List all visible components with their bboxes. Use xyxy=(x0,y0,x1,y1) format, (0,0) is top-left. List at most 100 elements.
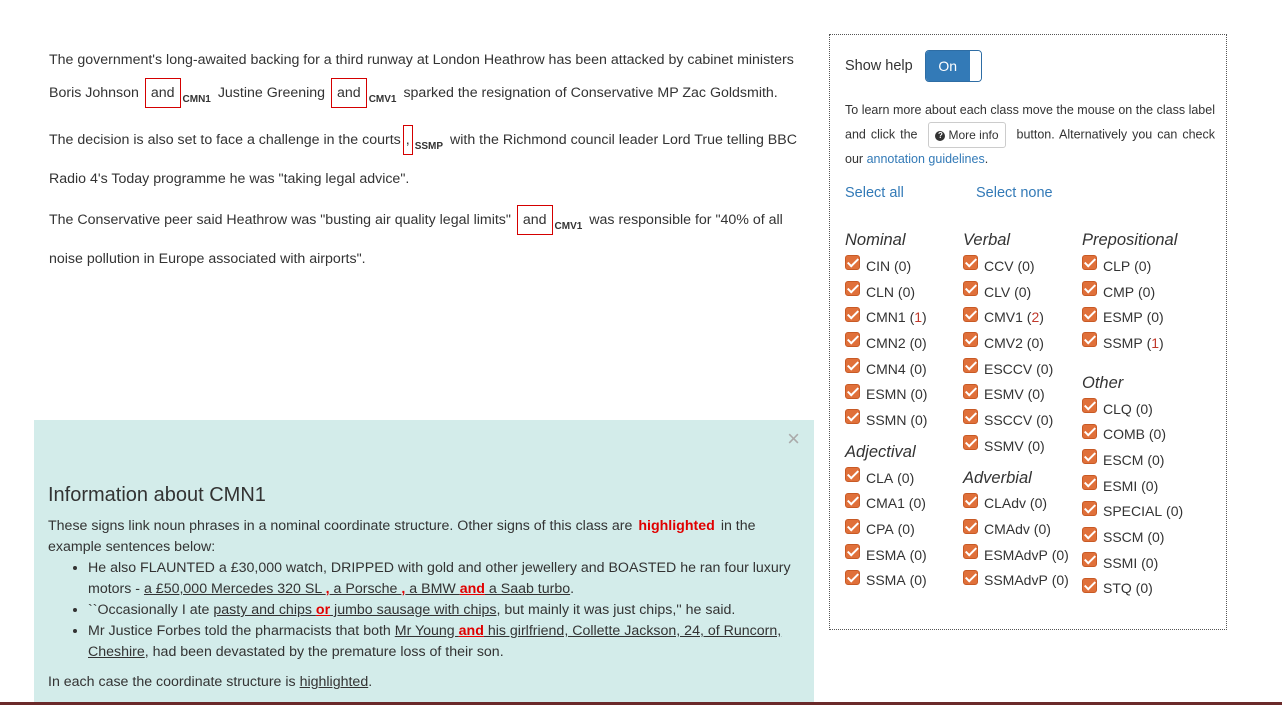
checkbox-checked[interactable] xyxy=(845,544,860,560)
sign-cmv1[interactable]: and xyxy=(516,205,553,235)
class-item-clq[interactable]: CLQ (0) xyxy=(1082,396,1183,422)
checkbox-checked[interactable] xyxy=(1082,332,1097,348)
class-label[interactable]: CMN1 xyxy=(866,309,906,325)
class-label[interactable]: CLV xyxy=(984,284,1010,300)
checkbox-checked[interactable] xyxy=(963,306,978,322)
checkbox-checked[interactable] xyxy=(845,409,860,425)
checkbox-checked[interactable] xyxy=(963,435,978,451)
checkbox-checked[interactable] xyxy=(963,518,978,534)
sign-cmn1[interactable]: and xyxy=(144,78,181,108)
checkbox-checked[interactable] xyxy=(1082,552,1097,568)
class-item-ssmi[interactable]: SSMI (0) xyxy=(1082,550,1183,576)
checkbox-checked[interactable] xyxy=(845,518,860,534)
class-item-cmn2[interactable]: CMN2 (0) xyxy=(845,330,927,356)
class-label[interactable]: COMB xyxy=(1103,426,1145,442)
class-label[interactable]: SSCCV xyxy=(984,412,1032,428)
close-icon[interactable]: × xyxy=(787,426,800,452)
checkbox-checked[interactable] xyxy=(845,569,860,585)
class-label[interactable]: SSMA xyxy=(866,572,906,588)
class-item-ccv[interactable]: CCV (0) xyxy=(963,253,1069,279)
class-label[interactable]: CMV2 xyxy=(984,335,1023,351)
class-label[interactable]: ESMP xyxy=(1103,309,1143,325)
class-item-esccv[interactable]: ESCCV (0) xyxy=(963,356,1069,382)
checkbox-checked[interactable] xyxy=(1082,500,1097,516)
checkbox-checked[interactable] xyxy=(1082,449,1097,465)
class-label[interactable]: SSMV xyxy=(984,438,1024,454)
class-label[interactable]: SSMAdvP xyxy=(984,572,1048,588)
checkbox-checked[interactable] xyxy=(845,306,860,322)
checkbox-checked[interactable] xyxy=(963,569,978,585)
class-item-cmv2[interactable]: CMV2 (0) xyxy=(963,330,1069,356)
class-label[interactable]: SPECIAL xyxy=(1103,503,1162,519)
class-label[interactable]: CLQ xyxy=(1103,401,1132,417)
checkbox-checked[interactable] xyxy=(1082,255,1097,271)
class-item-ssmadvp[interactable]: SSMAdvP (0) xyxy=(963,568,1069,594)
class-label[interactable]: CLP xyxy=(1103,258,1130,274)
class-item-ssmp[interactable]: SSMP (1) xyxy=(1082,330,1183,356)
checkbox-checked[interactable] xyxy=(845,383,860,399)
class-label[interactable]: ESCM xyxy=(1103,452,1143,468)
checkbox-checked[interactable] xyxy=(845,255,860,271)
class-label[interactable]: CCV xyxy=(984,258,1014,274)
more-info-button[interactable]: ? More info xyxy=(928,122,1006,148)
checkbox-checked[interactable] xyxy=(845,358,860,374)
class-item-cmv1[interactable]: CMV1 (2) xyxy=(963,304,1069,330)
checkbox-checked[interactable] xyxy=(963,492,978,508)
checkbox-checked[interactable] xyxy=(1082,475,1097,491)
checkbox-checked[interactable] xyxy=(963,332,978,348)
class-item-esmp[interactable]: ESMP (0) xyxy=(1082,304,1183,330)
checkbox-checked[interactable] xyxy=(845,467,860,483)
class-label[interactable]: CMAdv xyxy=(984,521,1030,537)
show-help-toggle[interactable]: On xyxy=(924,50,982,82)
class-label[interactable]: ESMAdvP xyxy=(984,547,1048,563)
class-item-esmv[interactable]: ESMV (0) xyxy=(963,381,1069,407)
class-item-cmadv[interactable]: CMAdv (0) xyxy=(963,516,1069,542)
checkbox-checked[interactable] xyxy=(1082,306,1097,322)
class-label[interactable]: STQ xyxy=(1103,580,1132,596)
class-label[interactable]: ESMA xyxy=(866,547,906,563)
class-item-ssccv[interactable]: SSCCV (0) xyxy=(963,407,1069,433)
sign-ssmp[interactable]: , xyxy=(402,125,413,155)
class-item-ssma[interactable]: SSMA (0) xyxy=(845,568,927,594)
class-label[interactable]: CLA xyxy=(866,470,893,486)
class-item-cin[interactable]: CIN (0) xyxy=(845,253,927,279)
class-label[interactable]: SSMI xyxy=(1103,555,1137,571)
checkbox-checked[interactable] xyxy=(1082,423,1097,439)
class-item-clv[interactable]: CLV (0) xyxy=(963,279,1069,305)
class-item-esmi[interactable]: ESMI (0) xyxy=(1082,473,1183,499)
class-label[interactable]: ESMI xyxy=(1103,478,1137,494)
checkbox-checked[interactable] xyxy=(845,492,860,508)
class-item-esma[interactable]: ESMA (0) xyxy=(845,542,927,568)
class-item-cpa[interactable]: CPA (0) xyxy=(845,516,927,542)
checkbox-checked[interactable] xyxy=(963,544,978,560)
class-item-cln[interactable]: CLN (0) xyxy=(845,279,927,305)
class-label[interactable]: SSMN xyxy=(866,412,906,428)
sign-cmv1[interactable]: and xyxy=(331,78,367,108)
class-item-cla[interactable]: CLA (0) xyxy=(845,465,927,491)
checkbox-checked[interactable] xyxy=(963,358,978,374)
class-label[interactable]: CLAdv xyxy=(984,495,1026,511)
checkbox-checked[interactable] xyxy=(1082,577,1097,593)
checkbox-checked[interactable] xyxy=(963,383,978,399)
checkbox-checked[interactable] xyxy=(1082,398,1097,414)
class-item-clp[interactable]: CLP (0) xyxy=(1082,253,1183,279)
class-label[interactable]: CMV1 xyxy=(984,309,1023,325)
annotation-guidelines-link[interactable]: annotation guidelines xyxy=(867,152,985,166)
class-label[interactable]: ESMN xyxy=(866,386,906,402)
class-item-cmn4[interactable]: CMN4 (0) xyxy=(845,356,927,382)
class-label[interactable]: ESCCV xyxy=(984,361,1032,377)
checkbox-checked[interactable] xyxy=(963,255,978,271)
checkbox-checked[interactable] xyxy=(845,281,860,297)
class-item-special[interactable]: SPECIAL (0) xyxy=(1082,499,1183,525)
class-label[interactable]: CLN xyxy=(866,284,894,300)
select-none-link[interactable]: Select none xyxy=(976,185,1053,201)
class-label[interactable]: CMN4 xyxy=(866,361,906,377)
class-label[interactable]: CMN2 xyxy=(866,335,906,351)
class-item-cladv[interactable]: CLAdv (0) xyxy=(963,491,1069,517)
class-item-comb[interactable]: COMB (0) xyxy=(1082,421,1183,447)
class-item-esmn[interactable]: ESMN (0) xyxy=(845,381,927,407)
class-item-escm[interactable]: ESCM (0) xyxy=(1082,447,1183,473)
class-item-ssmv[interactable]: SSMV (0) xyxy=(963,433,1069,459)
class-label[interactable]: CMA1 xyxy=(866,495,905,511)
class-label[interactable]: CIN xyxy=(866,258,890,274)
